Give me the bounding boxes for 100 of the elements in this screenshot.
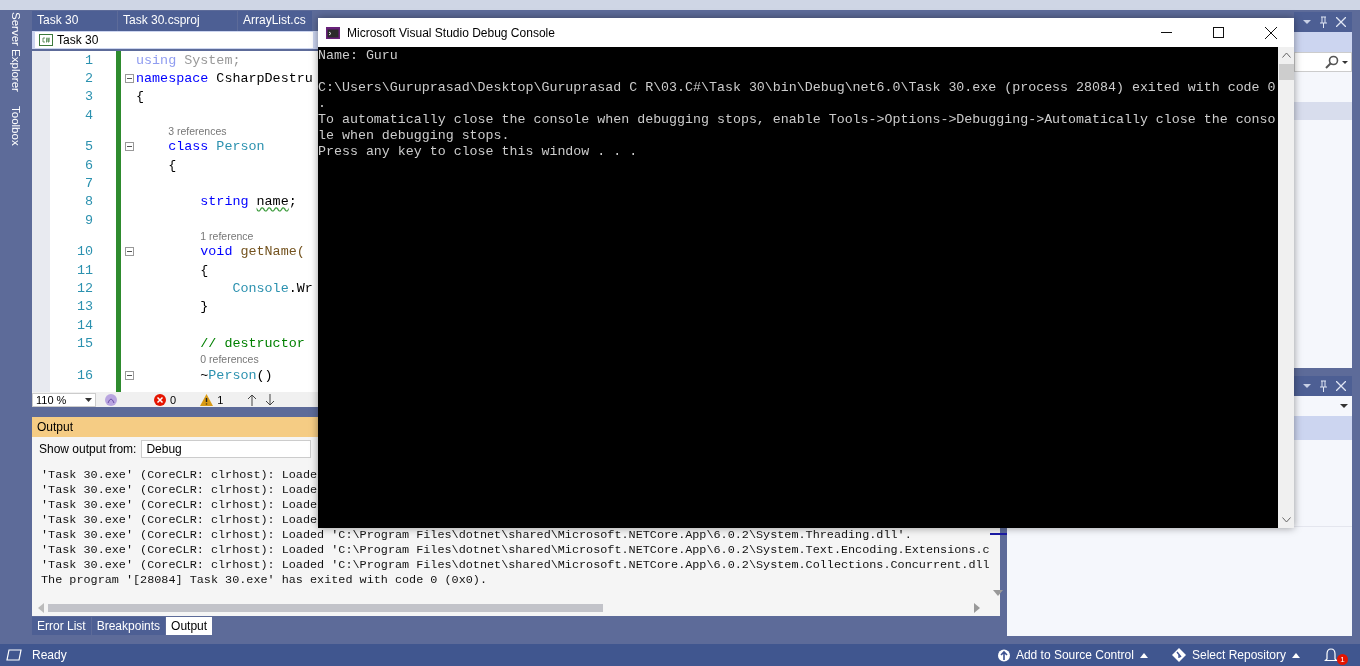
window-title: Microsoft Visual Studio Debug Console [347,25,555,40]
output-source-dropdown[interactable]: Debug [141,440,312,458]
collapse-icon[interactable] [125,247,134,257]
search-icon[interactable] [1325,55,1339,69]
caret-icon [1292,652,1300,658]
panel-tab[interactable]: Error List [32,617,91,635]
warning-count: 1 [217,393,224,406]
line-number: 7 [83,176,93,192]
toolbar [1294,32,1352,52]
ready-icon [6,649,22,661]
warning-icon[interactable] [200,393,214,406]
code-line: { [199,262,209,278]
project-dropdown[interactable]: Task 30 [35,32,313,48]
panel-tab[interactable]: Output [166,617,213,635]
dropdown-icon[interactable] [1303,20,1311,24]
console-app-icon [326,26,340,39]
csharp-file-icon [39,34,53,46]
line-number: 13 [75,299,93,315]
console-line: To automatically close the console when debugging stops, enable Tools->Options->Debugging->Automatically close the conso [318,112,1277,128]
line-number: 8 [83,194,93,210]
collapse-icon[interactable] [125,370,134,380]
git-icon [1171,648,1186,662]
code-line: void getName( [199,244,305,260]
line-number: 10 [75,244,93,260]
dropdown-icon[interactable] [1303,384,1311,388]
scroll-marker [989,533,1007,535]
scroll-up-icon[interactable] [1281,52,1291,58]
code-line: namespace CsharpDestru [136,71,313,87]
field-label: Show output from: [39,442,137,456]
code-line: { [167,157,177,173]
output-line: The program '[28084] Task 30.exe' has exited with code 0 (0x0). [41,573,488,588]
code-line: // destructor [199,336,305,352]
code-line: } [199,299,209,315]
panel-tab[interactable]: Breakpoints [91,617,166,635]
line-number: 12 [75,281,93,296]
document-tab[interactable]: Task 30.csproj [118,11,237,31]
line-number: 9 [83,212,93,228]
select-repository-button[interactable]: Select Repository [1171,648,1300,662]
caret-icon [1139,652,1148,658]
scroll-right-icon[interactable] [974,603,980,613]
code-line: { [136,89,145,105]
scroll-down-icon[interactable] [1281,517,1291,523]
line-number: 5 [83,139,93,155]
reference-count-link[interactable]: 1 reference [200,230,254,242]
output-line: 'Task 30.exe' (CoreCLR: clrhost): Loaded 'C:\Program Files\dotnet\shared\Microsoft.NETCore.App\6.0.2\System.Threading.dll'. [41,528,913,543]
status-text: Ready [32,648,67,662]
error-count: 0 [170,393,177,406]
document-tab[interactable]: ArrayList.cs [238,11,312,31]
error-icon[interactable] [154,393,166,406]
down-arrow-icon[interactable] [265,393,276,406]
pin-icon[interactable] [1319,380,1328,392]
document-tab[interactable]: Task 30 [32,11,117,31]
code-line: class Person [167,139,265,155]
line-number: 1 [83,52,93,68]
output-line: 'Task 30.exe' (CoreCLR: clrhost): Loade [41,513,319,528]
code-line: Console.Wr [231,281,313,296]
output-line: 'Task 30.exe' (CoreCLR: clrhost): Loade [41,483,319,498]
bell-icon[interactable] [1324,647,1338,663]
line-number: 16 [75,367,93,383]
tool-window-tab[interactable]: Toolbox [10,105,22,146]
panel-title: Output [32,417,318,437]
console-line: Press any key to close this window . . . [318,144,639,160]
console-line: le when debugging stops. [318,128,511,144]
code-line: using System; [136,52,241,68]
upload-icon [997,648,1010,662]
caret-icon[interactable] [1340,404,1348,408]
scroll-thumb[interactable] [48,604,603,612]
collapse-icon[interactable] [125,142,134,152]
output-line: 'Task 30.exe' (CoreCLR: clrhost): Loaded 'C:\Program Files\dotnet\shared\Microsoft.NETCore.App\6.0.2\System.Collections.Concurrent.dll [41,558,990,573]
scroll-thumb[interactable] [1278,64,1294,80]
health-icon[interactable] [104,392,118,407]
output-line: 'Task 30.exe' (CoreCLR: clrhost): Loade [41,498,319,513]
output-line: 'Task 30.exe' (CoreCLR: clrhost): Loade [41,468,319,483]
search-field[interactable] [1294,52,1352,72]
reference-count-link[interactable]: 3 references [168,125,227,138]
console-line: C:\Users\Guruprasad\Desktop\Guruprasad C R\03.C#\Task 30\bin\Debug\net6.0\Task 30.exe (process 28084) exited with code 0 [318,80,1277,96]
line-number: 15 [75,336,93,352]
caret-icon[interactable] [1342,60,1348,64]
collapse-icon[interactable] [125,74,134,84]
line-number: 2 [83,71,93,87]
line-number: 4 [83,107,93,123]
console-line: Name: Guru [318,48,399,64]
zoom-dropdown[interactable]: 110 % [32,392,96,407]
close-icon[interactable] [1265,26,1277,39]
reference-count-link[interactable]: 0 references [200,353,259,366]
line-number: 3 [83,89,93,105]
code-line: string name; [199,194,297,210]
caret-icon [85,397,92,402]
tool-window-tab[interactable]: Server Explorer [10,12,22,92]
line-number: 6 [83,157,93,173]
console-line: . [318,96,327,112]
scroll-down-icon[interactable] [993,590,1004,596]
line-number: 11 [75,262,93,278]
code-line: ~Person() [199,367,273,383]
up-arrow-icon[interactable] [247,393,258,406]
add-to-source-control-button[interactable]: Add to Source Control [997,648,1148,662]
pin-icon[interactable] [1319,16,1328,28]
notification-badge: 1 [1337,654,1348,665]
output-line: 'Task 30.exe' (CoreCLR: clrhost): Loaded 'C:\Program Files\dotnet\shared\Microsoft.NETCore.App\6.0.2\System.Text.Encoding.Extensions.c [41,543,990,558]
maximize-icon[interactable] [1213,27,1224,38]
